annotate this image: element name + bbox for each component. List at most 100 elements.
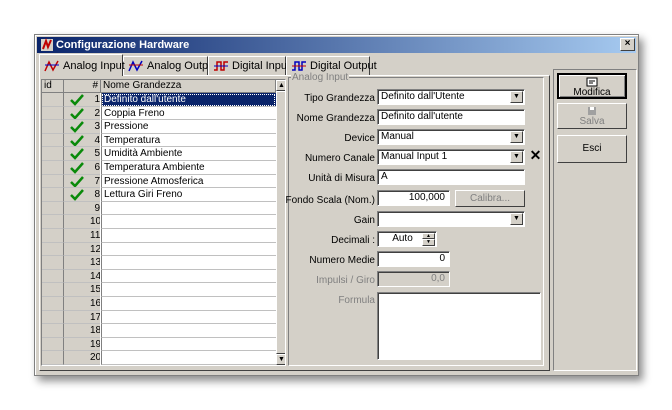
row-id-cell[interactable]: [42, 337, 64, 352]
group-label: Analog Input: [291, 72, 350, 83]
row-name-cell[interactable]: Pressione Atmosferica: [101, 174, 276, 189]
close-button[interactable]: ×: [620, 38, 635, 51]
chevron-down-icon[interactable]: ▼: [510, 91, 523, 103]
row-check-cell[interactable]: [64, 256, 90, 270]
row-id-cell[interactable]: [42, 269, 64, 284]
unita-misura-label: Unità di Misura: [308, 173, 375, 184]
row-name-cell[interactable]: [101, 337, 276, 352]
row-check-cell[interactable]: [64, 269, 90, 284]
device-select[interactable]: Manual ▼: [377, 129, 525, 145]
channel-grid[interactable]: id # Nome Grandezza 1 Definito dall'utent…: [41, 79, 286, 366]
row-id-cell[interactable]: [42, 324, 64, 338]
row-name-cell[interactable]: [101, 201, 276, 216]
row-check-cell[interactable]: [64, 93, 90, 107]
row-id-cell[interactable]: [42, 133, 64, 148]
row-name-cell[interactable]: Definito dall'utente: [101, 93, 276, 107]
impulsi-giro-input[interactable]: 0,0: [377, 271, 450, 287]
row-id-cell[interactable]: [42, 93, 64, 107]
row-id-cell[interactable]: [42, 215, 64, 229]
column-header-id[interactable]: id: [42, 80, 64, 93]
scroll-up-button[interactable]: ▲: [276, 80, 285, 91]
row-check-cell[interactable]: [64, 337, 90, 352]
numero-canale-select[interactable]: Manual Input 1 ▼: [377, 149, 525, 165]
row-name-cell[interactable]: Temperatura Ambiente: [101, 161, 276, 175]
row-id-cell[interactable]: [42, 283, 64, 297]
scroll-down-button[interactable]: ▼: [276, 354, 285, 365]
row-check-cell[interactable]: [64, 174, 90, 189]
row-check-cell[interactable]: [64, 106, 90, 121]
esci-button[interactable]: Esci: [557, 135, 627, 163]
row-check-cell[interactable]: [64, 147, 90, 161]
row-id-cell[interactable]: [42, 310, 64, 325]
fondo-scala-input[interactable]: 100,000: [377, 190, 450, 206]
row-name-cell[interactable]: [101, 269, 276, 284]
column-header-name[interactable]: Nome Grandezza: [101, 80, 276, 93]
row-check-cell[interactable]: [64, 188, 90, 202]
row-check-cell[interactable]: [64, 161, 90, 175]
row-id-cell[interactable]: [42, 147, 64, 161]
row-id-cell[interactable]: [42, 229, 64, 243]
row-name-cell[interactable]: Coppia Freno: [101, 106, 276, 121]
row-id-cell[interactable]: [42, 201, 64, 216]
row-check-cell[interactable]: [64, 229, 90, 243]
row-id-cell[interactable]: [42, 242, 64, 257]
numero-medie-input[interactable]: 0: [377, 251, 450, 267]
chevron-down-icon[interactable]: ▼: [510, 213, 523, 225]
row-id-cell[interactable]: [42, 351, 64, 365]
row-number: 19: [90, 337, 100, 352]
row-name-cell[interactable]: [101, 351, 276, 365]
row-number: 13: [90, 256, 100, 270]
row-check-cell[interactable]: [64, 297, 90, 311]
row-check-cell[interactable]: [64, 283, 90, 297]
row-name-cell[interactable]: [101, 229, 276, 243]
row-id-cell[interactable]: [42, 297, 64, 311]
row-name-cell[interactable]: [101, 242, 276, 257]
clear-channel-icon[interactable]: ✕: [528, 148, 543, 164]
row-id-cell[interactable]: [42, 120, 64, 134]
unita-misura-input[interactable]: A: [377, 169, 525, 185]
spin-down-icon[interactable]: ▼: [422, 239, 435, 246]
row-name-cell[interactable]: Umidità Ambiente: [101, 147, 276, 161]
row-number: 10: [90, 215, 100, 229]
row-name-cell[interactable]: Temperatura: [101, 133, 276, 148]
tab-digital-input[interactable]: Digital Input: [208, 56, 290, 75]
row-id-cell[interactable]: [42, 106, 64, 121]
row-name-cell[interactable]: [101, 310, 276, 325]
row-name-cell[interactable]: [101, 297, 276, 311]
decimali-spinner[interactable]: Auto ▲ ▼: [377, 231, 437, 247]
row-check-cell[interactable]: [64, 133, 90, 148]
row-number: 16: [90, 297, 100, 311]
row-check-cell[interactable]: [64, 351, 90, 365]
nome-grandezza-input[interactable]: Definito dall'utente: [377, 109, 525, 125]
row-check-cell[interactable]: [64, 242, 90, 257]
salva-button[interactable]: Salva: [557, 103, 627, 129]
row-check-cell[interactable]: [64, 324, 90, 338]
formula-textarea[interactable]: [377, 292, 541, 360]
column-header-num[interactable]: #: [64, 80, 101, 93]
salva-label: Salva: [579, 116, 605, 127]
row-check-cell[interactable]: [64, 310, 90, 325]
row-check-cell[interactable]: [64, 201, 90, 216]
row-check-cell[interactable]: [64, 215, 90, 229]
row-id-cell[interactable]: [42, 256, 64, 270]
row-id-cell[interactable]: [42, 161, 64, 175]
row-name-cell[interactable]: Lettura Giri Freno: [101, 188, 276, 202]
chevron-down-icon[interactable]: ▼: [510, 151, 523, 163]
gain-select[interactable]: ▼: [377, 211, 525, 227]
row-name-cell[interactable]: [101, 256, 276, 270]
chevron-down-icon[interactable]: ▼: [510, 131, 523, 143]
row-name-cell[interactable]: [101, 215, 276, 229]
title-bar: Configurazione Hardware ×: [37, 37, 636, 53]
tab-analog-input[interactable]: Analog Input: [39, 54, 125, 76]
modifica-button[interactable]: Modifica: [557, 73, 627, 99]
row-number: 15: [90, 283, 100, 297]
row-check-cell[interactable]: [64, 120, 90, 134]
tipo-grandezza-select[interactable]: Definito dall'Utente ▼: [377, 89, 525, 105]
row-name-cell[interactable]: Pressione: [101, 120, 276, 134]
row-id-cell[interactable]: [42, 174, 64, 189]
row-id-cell[interactable]: [42, 188, 64, 202]
row-name-cell[interactable]: [101, 283, 276, 297]
tab-analog-output[interactable]: Analog Output: [123, 56, 217, 75]
row-name-cell[interactable]: [101, 324, 276, 338]
calibra-button[interactable]: Calibra...: [455, 190, 525, 207]
